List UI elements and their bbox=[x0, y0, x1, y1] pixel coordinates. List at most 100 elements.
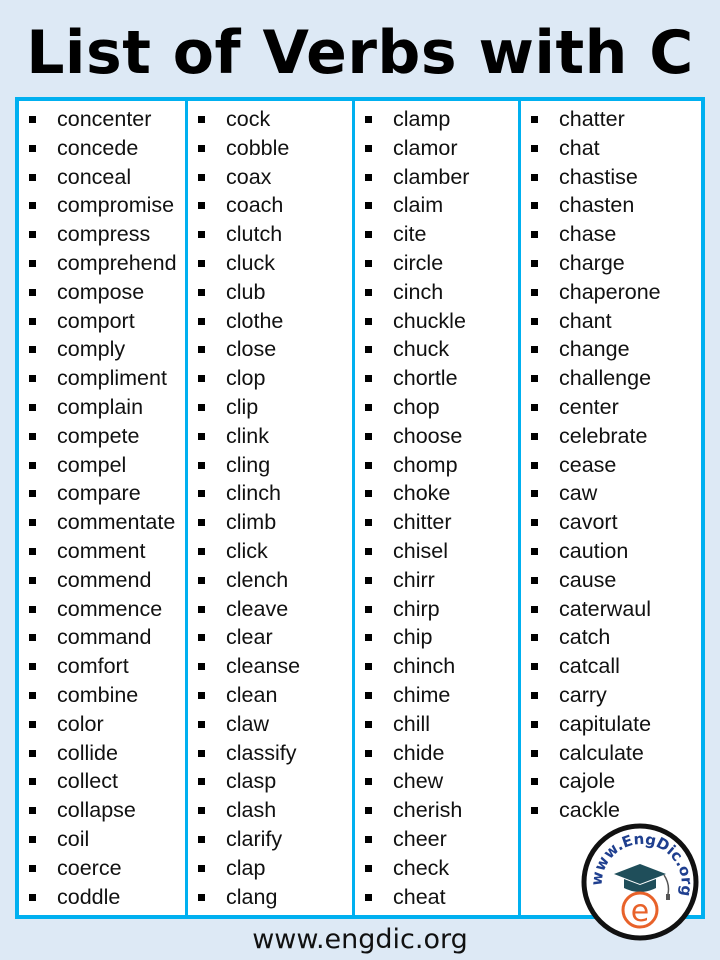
verb-text: comprehend bbox=[57, 250, 177, 275]
verb-text: clothe bbox=[226, 308, 284, 333]
verb-list-item: cock bbox=[188, 105, 352, 134]
verb-list-item: collapse bbox=[19, 796, 185, 825]
square-bullet-icon bbox=[365, 691, 372, 699]
square-bullet-icon bbox=[365, 403, 372, 411]
square-bullet-icon bbox=[198, 288, 205, 296]
verb-list-item: climb bbox=[188, 508, 352, 537]
verb-text: combine bbox=[57, 682, 139, 707]
verb-list-item: cobble bbox=[188, 134, 352, 163]
square-bullet-icon bbox=[198, 231, 205, 239]
verb-list-item: cling bbox=[188, 451, 352, 480]
verb-list-item: concenter bbox=[19, 105, 185, 134]
verb-list-item: capitulate bbox=[521, 710, 705, 739]
verb-text: commentate bbox=[57, 510, 176, 535]
verb-list-item: club bbox=[188, 278, 352, 307]
verb-text: comfort bbox=[57, 654, 129, 679]
square-bullet-icon bbox=[198, 634, 205, 642]
verb-text: check bbox=[393, 855, 450, 880]
verb-list-item: compel bbox=[19, 451, 185, 480]
square-bullet-icon bbox=[29, 375, 36, 383]
verb-text: clip bbox=[226, 394, 259, 419]
verb-list-item: chuck bbox=[355, 335, 518, 364]
verb-text: chop bbox=[393, 394, 440, 419]
verb-list-item: combine bbox=[19, 681, 185, 710]
square-bullet-icon bbox=[365, 749, 372, 757]
square-bullet-icon bbox=[365, 144, 372, 152]
square-bullet-icon bbox=[365, 778, 372, 786]
verb-text: cheer bbox=[393, 826, 447, 851]
verb-list-item: commentate bbox=[19, 508, 185, 537]
verb-list-item: clash bbox=[188, 796, 352, 825]
verb-text: choke bbox=[393, 481, 451, 506]
verb-text: capitulate bbox=[559, 711, 652, 736]
verb-list-item: cackle bbox=[521, 796, 705, 825]
verb-text: collide bbox=[57, 740, 118, 765]
verb-list-item: complain bbox=[19, 393, 185, 422]
verb-list-item: clamor bbox=[355, 134, 518, 163]
square-bullet-icon bbox=[198, 432, 205, 440]
verb-text: classify bbox=[226, 740, 297, 765]
verb-text: clarify bbox=[226, 826, 283, 851]
verb-text: change bbox=[559, 337, 630, 362]
square-bullet-icon bbox=[531, 288, 538, 296]
square-bullet-icon bbox=[198, 116, 205, 123]
verb-text: chomp bbox=[393, 452, 458, 477]
verb-text: caterwaul bbox=[559, 596, 652, 621]
verb-text: clang bbox=[226, 884, 278, 909]
verb-list-item: comply bbox=[19, 335, 185, 364]
footer-url[interactable]: www.engdic.org bbox=[0, 920, 720, 960]
verb-list-item: clink bbox=[188, 422, 352, 451]
verb-text: chirr bbox=[393, 567, 435, 592]
verb-list-item: chat bbox=[521, 134, 705, 163]
verb-text: cock bbox=[226, 107, 271, 131]
verb-text: clean bbox=[226, 682, 278, 707]
verb-list-item: cease bbox=[521, 451, 705, 480]
verb-list-item: chuckle bbox=[355, 307, 518, 336]
verb-text: compliment bbox=[57, 366, 167, 391]
verb-board: concenter concede conceal compromise compres… bbox=[15, 97, 705, 919]
verb-list-item: chirr bbox=[355, 566, 518, 595]
verb-text: chaperone bbox=[559, 279, 661, 304]
verb-column-3: clamp clamor clamber claim cite circle cinch ch… bbox=[355, 101, 521, 915]
square-bullet-icon bbox=[198, 202, 205, 210]
square-bullet-icon bbox=[29, 576, 36, 584]
verb-list-item: comport bbox=[19, 307, 185, 336]
verb-list-item: calculate bbox=[521, 739, 705, 768]
verb-text: cite bbox=[393, 222, 427, 247]
verb-text: chime bbox=[393, 682, 451, 707]
square-bullet-icon bbox=[531, 720, 538, 728]
square-bullet-icon bbox=[365, 835, 372, 843]
square-bullet-icon bbox=[29, 231, 36, 239]
verb-text: clap bbox=[226, 855, 266, 880]
verb-list-item: compare bbox=[19, 479, 185, 508]
verb-text: color bbox=[57, 711, 104, 736]
verb-text: cling bbox=[226, 452, 271, 477]
verb-list-item: clinch bbox=[188, 479, 352, 508]
square-bullet-icon bbox=[365, 231, 372, 239]
square-bullet-icon bbox=[365, 317, 372, 325]
square-bullet-icon bbox=[365, 893, 372, 901]
square-bullet-icon bbox=[198, 317, 205, 325]
verb-column-4: chatter chat chastise chasten chase charge cha… bbox=[521, 101, 705, 915]
verb-list-item: cite bbox=[355, 220, 518, 249]
square-bullet-icon bbox=[198, 519, 205, 527]
verb-list-item: collide bbox=[19, 739, 185, 768]
square-bullet-icon bbox=[198, 346, 205, 354]
square-bullet-icon bbox=[29, 547, 36, 555]
verb-text: cobble bbox=[226, 135, 290, 160]
verb-list-item: click bbox=[188, 537, 352, 566]
square-bullet-icon bbox=[531, 173, 538, 181]
square-bullet-icon bbox=[365, 605, 372, 613]
verb-list-item: chomp bbox=[355, 451, 518, 480]
verb-list-item: compromise bbox=[19, 191, 185, 220]
verb-list-item: compose bbox=[19, 278, 185, 307]
square-bullet-icon bbox=[29, 807, 36, 815]
verb-list-item: cluck bbox=[188, 249, 352, 278]
verb-text: chastise bbox=[559, 164, 638, 189]
square-bullet-icon bbox=[531, 202, 538, 210]
verb-text: coax bbox=[226, 164, 272, 189]
verb-text: cheat bbox=[393, 884, 446, 909]
verb-list-item: chasten bbox=[521, 191, 705, 220]
square-bullet-icon bbox=[531, 231, 538, 239]
verb-list-item: coil bbox=[19, 825, 185, 854]
